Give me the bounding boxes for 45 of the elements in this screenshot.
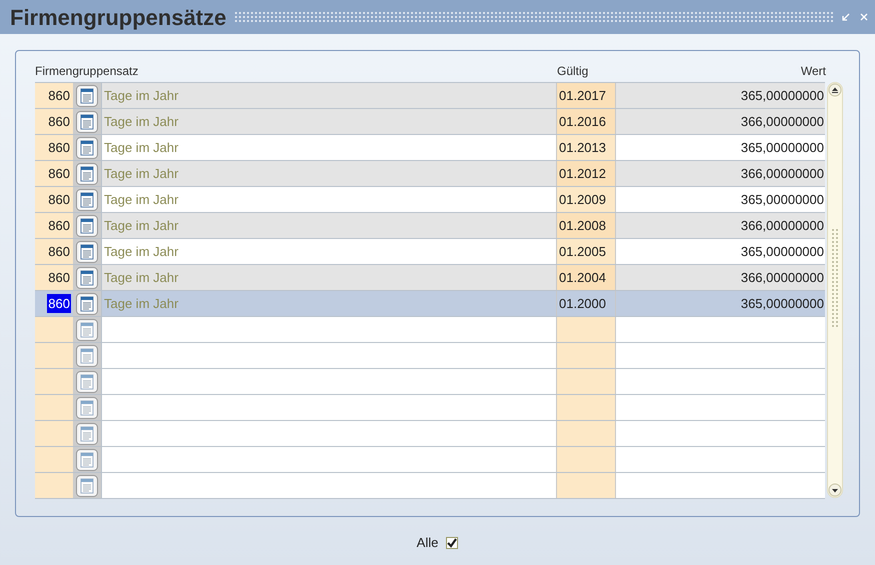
value-cell: 365,00000000 [616, 83, 825, 108]
name-cell: Tage im Jahr [101, 135, 556, 160]
number-text: 860 [47, 190, 71, 209]
date-cell: 01.2012 [556, 161, 616, 186]
column-header: Firmengruppensatz [35, 64, 138, 78]
scroll-down-icon[interactable] [828, 483, 842, 497]
number-text: 860 [47, 216, 71, 235]
name-cell: Tage im Jahr [101, 161, 556, 186]
value-cell: 366,00000000 [616, 161, 825, 186]
number-text: 860 [47, 242, 71, 261]
date-cell: 01.2005 [556, 239, 616, 264]
checkbox-label: Alle [416, 534, 438, 552]
date-cell: 01.2004 [556, 265, 616, 290]
value-cell: 365,00000000 [616, 291, 825, 316]
number-text: 860 [47, 138, 71, 157]
name-cell: Tage im Jahr [101, 291, 556, 316]
number-text: 860 [47, 86, 71, 105]
number-text: 860 [47, 294, 71, 314]
value-cell: 366,00000000 [616, 213, 825, 238]
date-cell: 01.2013 [556, 135, 616, 160]
name-cell: Tage im Jahr [101, 265, 556, 290]
value-cell: 365,00000000 [616, 239, 825, 264]
window-title: Firmengruppensätze [10, 4, 226, 32]
value-cell: 365,00000000 [616, 187, 825, 212]
checkbox[interactable] [446, 536, 458, 549]
date-cell: 01.2016 [556, 109, 616, 134]
date-cell: 01.2009 [556, 187, 616, 212]
number-text: 860 [47, 112, 71, 131]
scrollbar[interactable] [827, 82, 843, 498]
date-cell: 01.2000 [556, 291, 616, 316]
date-cell: 01.2017 [556, 83, 616, 108]
scroll-up-icon[interactable] [828, 83, 842, 97]
name-cell: Tage im Jahr [101, 239, 556, 264]
name-cell: Tage im Jahr [101, 83, 556, 108]
number-text: 860 [47, 164, 71, 183]
value-cell: 365,00000000 [616, 135, 825, 160]
name-cell: Tage im Jahr [101, 213, 556, 238]
value-cell: 366,00000000 [616, 109, 825, 134]
column-header: Wert [800, 64, 826, 78]
value-cell: 366,00000000 [616, 265, 825, 290]
number-text: 860 [47, 268, 71, 287]
name-cell: Tage im Jahr [101, 109, 556, 134]
column-header: Gültig [557, 64, 588, 78]
date-cell: 01.2008 [556, 213, 616, 238]
name-cell: Tage im Jahr [101, 187, 556, 212]
